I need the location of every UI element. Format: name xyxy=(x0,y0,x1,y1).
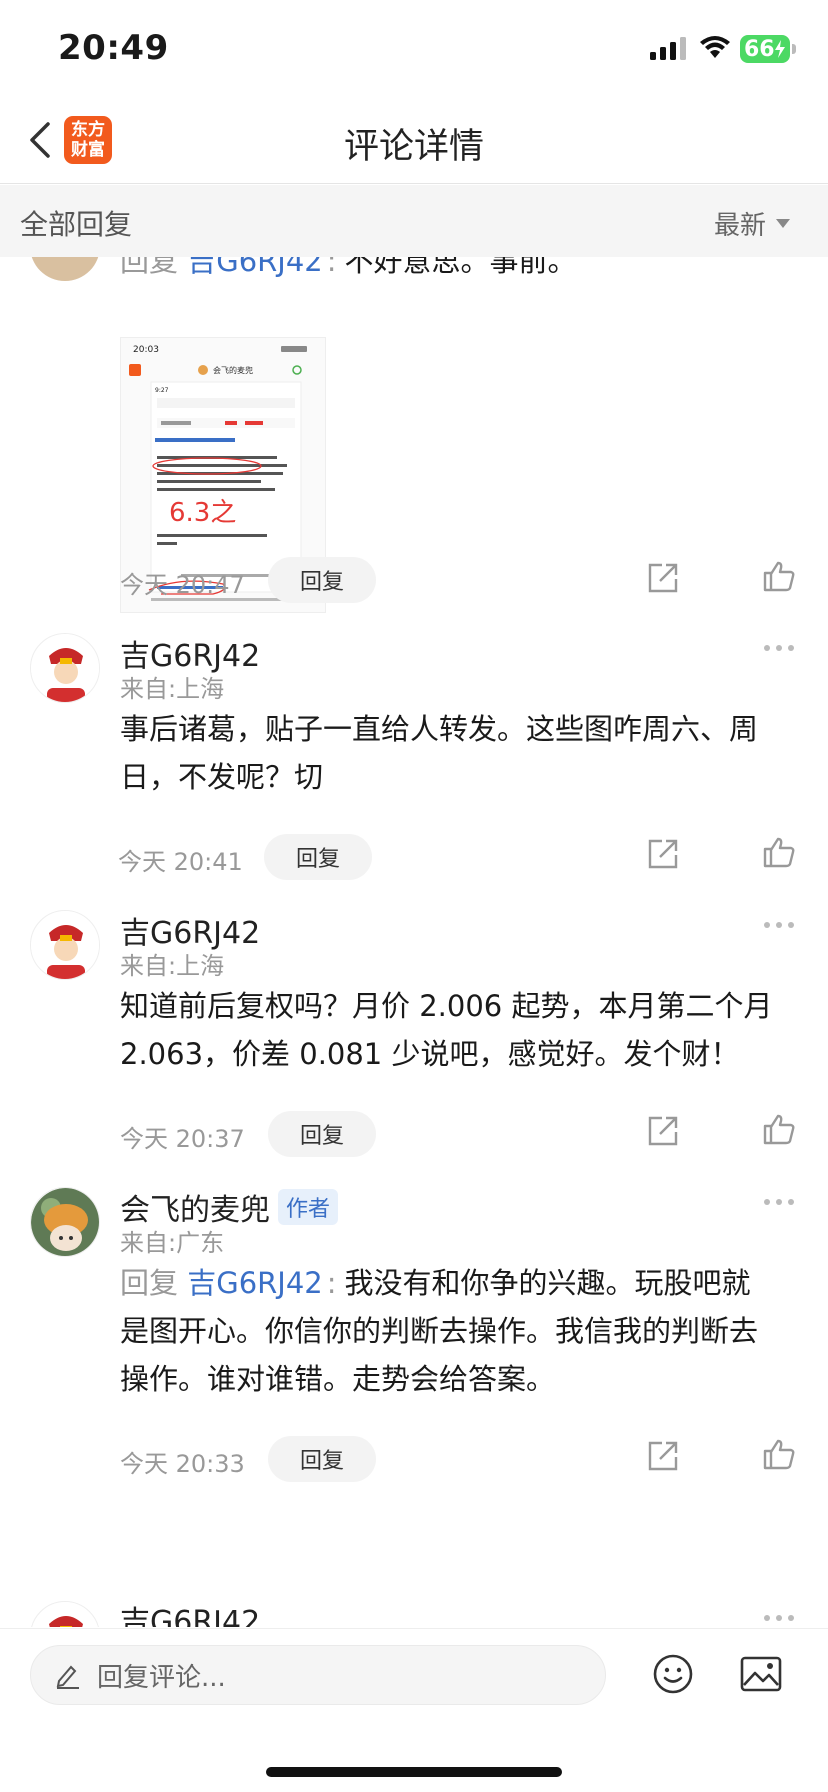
like-icon[interactable] xyxy=(762,835,796,869)
comment-list[interactable]: 回复 吉G6RJ42: 不好意思。事前。 20:03 会飞的麦兜 9:27 6.… xyxy=(0,257,828,1627)
comment-text: 知道前后复权吗？月价 2.006 起势，本月第二个月 2.063，价差 0.08… xyxy=(120,982,800,1078)
charging-bolt-icon xyxy=(775,40,785,58)
fortune-god-avatar xyxy=(31,634,99,702)
like-icon[interactable] xyxy=(762,559,796,593)
sort-label: 最新 xyxy=(713,211,766,241)
fortune-god-avatar xyxy=(32,1602,99,1627)
pencil-icon xyxy=(56,1665,79,1689)
avatar[interactable] xyxy=(30,633,100,703)
comment-text-segment: 我没有和你争的兴趣。玩股吧就 xyxy=(344,1266,751,1300)
sort-dropdown[interactable]: 最新 xyxy=(714,205,790,242)
reply-button[interactable]: 回复 xyxy=(264,834,372,880)
reply-button[interactable]: 回复 xyxy=(268,557,376,603)
reply-button[interactable]: 回复 xyxy=(268,1111,376,1157)
comment-text-line: 2.063，价差 0.081 少说吧，感觉好。发个财！ xyxy=(120,1037,740,1071)
share-icon[interactable] xyxy=(646,1114,680,1148)
mention-link[interactable]: 吉G6RJ42 xyxy=(187,257,323,278)
reply-input-placeholder: 回复评论... xyxy=(97,1662,226,1693)
comment-text-line: 是图开心。你信你的判断去操作。我信我的判断去 xyxy=(120,1314,759,1348)
all-replies-label: 全部回复 xyxy=(20,208,133,241)
comment-text: 回复 吉G6RJ42: 我没有和你争的兴趣。玩股吧就 是图开心。你信你的判断去操作… xyxy=(120,1259,800,1403)
thumb-title: 会飞的麦兜 xyxy=(213,365,253,375)
comment-text-line: 操作。谁对谁错。走势会给答案。 xyxy=(120,1362,556,1396)
reply-button[interactable]: 回复 xyxy=(268,1436,376,1482)
comment-timestamp: 今天 20:33 xyxy=(120,1450,245,1478)
comment-text-line: 回复 吉G6RJ42: 我没有和你争的兴趣。玩股吧就 xyxy=(120,1259,800,1307)
share-icon[interactable] xyxy=(646,837,680,871)
comment-username[interactable]: 吉G6RJ42 xyxy=(120,1597,260,1627)
cellular-signal-icon xyxy=(650,36,686,60)
mention-colon: : xyxy=(326,1266,337,1300)
bottom-input-bar: 回复评论... xyxy=(0,1628,828,1792)
status-bar: 20:49 66 xyxy=(0,0,828,96)
mushroom-avatar xyxy=(31,1188,99,1256)
like-icon[interactable] xyxy=(762,1112,796,1146)
more-options-icon[interactable] xyxy=(764,645,794,653)
status-time: 20:49 xyxy=(58,28,169,68)
page-title: 评论详情 xyxy=(343,127,484,167)
avatar[interactable] xyxy=(30,910,100,980)
reply-prefix: 回复 xyxy=(120,1266,179,1300)
comment-location: 来自:上海 xyxy=(120,952,225,980)
filter-bar: 全部回复 最新 xyxy=(0,185,828,257)
reply-input[interactable]: 回复评论... xyxy=(30,1645,606,1705)
more-options-icon[interactable] xyxy=(764,922,794,930)
home-indicator[interactable] xyxy=(266,1767,562,1777)
share-icon[interactable] xyxy=(646,1439,680,1473)
comment-text-line: 事后诸葛，贴子一直给人转发。这些图咋周六、周 xyxy=(120,712,759,746)
share-icon[interactable] xyxy=(646,561,680,595)
avatar[interactable] xyxy=(30,1187,100,1257)
comment-location: 来自:上海 xyxy=(120,675,225,703)
avatar[interactable] xyxy=(30,257,100,281)
wifi-icon xyxy=(700,36,730,58)
thumb-inner-time: 9:27 xyxy=(155,387,169,394)
reply-timestamp: 今天 20:47 xyxy=(120,571,245,599)
fortune-god-avatar xyxy=(31,911,99,979)
comment-location: 来自:广东 xyxy=(120,1229,225,1257)
comment-text-line: 日，不发呢？切 xyxy=(120,760,324,794)
reply-prefix: 回复 xyxy=(120,257,179,278)
avatar[interactable] xyxy=(30,1601,100,1627)
image-icon[interactable] xyxy=(740,1655,782,1693)
emoji-icon[interactable] xyxy=(652,1653,694,1695)
more-options-icon[interactable] xyxy=(764,1199,794,1207)
like-icon[interactable] xyxy=(762,1437,796,1471)
battery-icon: 66 xyxy=(740,35,796,63)
reply-text: 回复 吉G6RJ42: 不好意思。事前。 xyxy=(120,257,577,285)
more-options-icon[interactable] xyxy=(764,1615,794,1623)
mention-link[interactable]: 吉G6RJ42 xyxy=(187,1266,323,1300)
author-badge: 作者 xyxy=(278,1189,339,1225)
comment-timestamp: 今天 20:41 xyxy=(118,848,243,876)
comment-timestamp: 今天 20:37 xyxy=(120,1125,245,1153)
nav-bar: 东方 财富 评论详情 xyxy=(0,96,828,184)
comment-text-line: 知道前后复权吗？月价 2.006 起势，本月第二个月 xyxy=(120,989,773,1023)
comment-text: 事后诸葛，贴子一直给人转发。这些图咋周六、周 日，不发呢？切 xyxy=(120,705,800,801)
thumb-time: 20:03 xyxy=(133,345,159,355)
thumb-handwriting: 6.3之 xyxy=(169,498,236,528)
battery-level: 66 xyxy=(744,36,775,62)
battery-tip xyxy=(792,44,796,54)
dropdown-arrow-icon xyxy=(776,219,790,228)
mention-colon: : xyxy=(326,257,337,278)
reply-body: 不好意思。事前。 xyxy=(344,257,577,278)
